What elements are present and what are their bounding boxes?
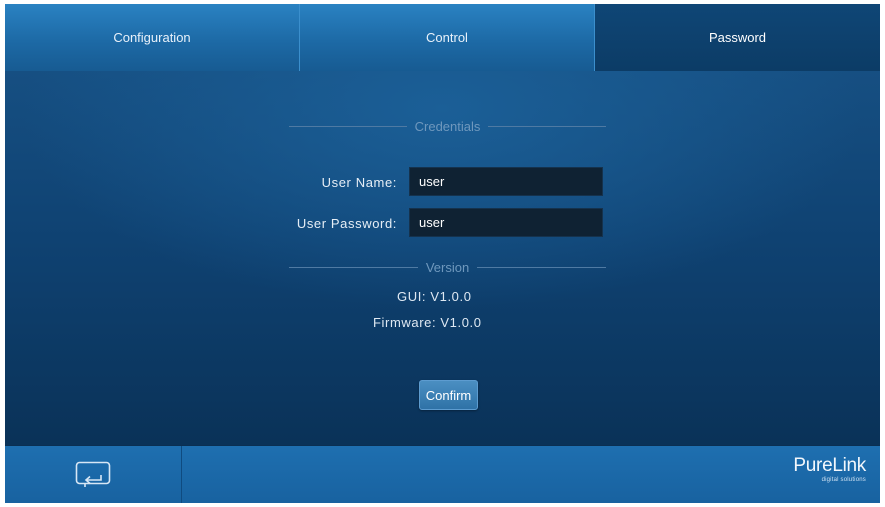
credentials-heading: Credentials	[289, 117, 607, 135]
tab-configuration-label: Configuration	[113, 30, 191, 45]
password-label: User Password:	[296, 216, 397, 231]
return-button[interactable]	[5, 446, 182, 503]
app-frame: Configuration Control Password Credentia…	[5, 4, 880, 503]
tab-bar: Configuration Control Password	[5, 4, 880, 71]
gui-version: GUI: V1.0.0	[397, 289, 472, 304]
password-panel: Credentials User Name: user User Passwor…	[5, 71, 880, 445]
username-label: User Name:	[321, 175, 397, 190]
brand-logo: PureLink digital solutions	[793, 456, 866, 484]
footer-bar: PureLink digital solutions	[5, 445, 880, 503]
gui-version-label: GUI:	[397, 289, 427, 304]
divider	[289, 125, 407, 127]
divider	[488, 125, 607, 127]
version-title: Version	[425, 259, 470, 275]
username-input[interactable]: user	[409, 167, 603, 196]
firmware-version-value: V1.0.0	[440, 315, 482, 330]
credentials-title: Credentials	[414, 118, 481, 134]
confirm-button[interactable]: Confirm	[419, 380, 478, 410]
firmware-version: Firmware: V1.0.0	[373, 315, 482, 330]
firmware-version-label: Firmware:	[373, 315, 437, 330]
brand-tagline: digital solutions	[821, 477, 866, 483]
return-screen-icon	[75, 461, 111, 487]
password-input[interactable]: user	[409, 208, 603, 237]
version-heading: Version	[289, 258, 606, 276]
tab-control[interactable]: Control	[300, 4, 595, 71]
tab-control-label: Control	[426, 30, 468, 45]
brand-name: PureLink	[793, 455, 866, 476]
tab-configuration[interactable]: Configuration	[5, 4, 300, 71]
tab-password[interactable]: Password	[595, 4, 880, 71]
gui-version-value: V1.0.0	[430, 289, 472, 304]
divider	[477, 266, 606, 268]
tab-password-label: Password	[708, 30, 767, 45]
divider	[289, 266, 418, 268]
